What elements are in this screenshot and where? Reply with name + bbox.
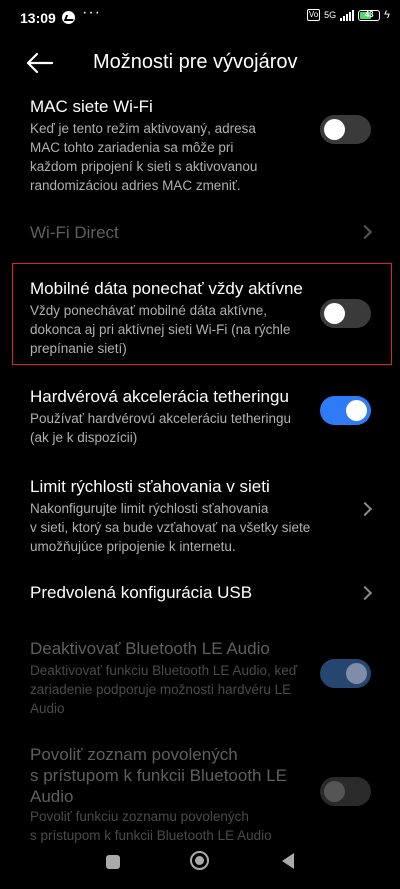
back-arrow-icon[interactable] — [26, 52, 56, 74]
status-icons: Vo 5G 43 ϟ — [306, 9, 390, 21]
tethering-toggle[interactable] — [320, 396, 371, 425]
more-notifications-icon: ··· — [82, 4, 101, 21]
setting-description: Vždy ponechávať mobilné dáta aktívne, do… — [30, 303, 291, 356]
setting-download-limit[interactable]: Limit rýchlosti sťahovania v sieti Nakon… — [0, 472, 400, 554]
navigation-bar — [0, 837, 400, 889]
chevron-right-icon — [357, 585, 373, 601]
setting-title: Wi-Fi Direct — [30, 223, 119, 242]
setting-mac-wifi[interactable]: MAC siete Wi-Fi Keď je tento režim aktiv… — [0, 92, 400, 193]
volte-icon: Vo — [306, 9, 321, 21]
le-audio-toggle[interactable] — [320, 659, 371, 688]
battery-icon: 43 — [358, 9, 381, 21]
setting-title: Povoliť zoznam povolených s prístupom k … — [30, 745, 288, 806]
chevron-right-icon — [357, 224, 373, 240]
setting-description: Keď je tento režim aktivovaný, adresa MA… — [30, 121, 258, 193]
back-triangle-icon[interactable] — [282, 853, 294, 869]
charging-bolt-icon: ϟ — [384, 9, 390, 21]
setting-wifi-direct[interactable]: Wi-Fi Direct — [0, 218, 400, 248]
mac-wifi-toggle[interactable] — [320, 115, 371, 144]
mobile-data-toggle[interactable] — [320, 299, 371, 328]
setting-disable-le-audio[interactable]: Deaktivovať Bluetooth LE Audio Deaktivov… — [0, 634, 400, 716]
setting-title: Mobilné dáta ponechať vždy aktívne — [30, 279, 303, 298]
signal-icon — [340, 9, 355, 21]
setting-le-audio-allowlist[interactable]: Povoliť zoznam povolených s prístupom k … — [0, 740, 400, 843]
home-circle-icon[interactable] — [190, 851, 209, 870]
status-time: 13:09 — [20, 10, 56, 26]
setting-description: Nakonfigurujte limit rýchlosti sťahovani… — [30, 501, 311, 554]
setting-description: Deaktivovať funkciu Bluetooth LE Audio, … — [30, 663, 298, 716]
setting-mobile-data-always-on[interactable]: Mobilné dáta ponechať vždy aktívne Vždy … — [0, 274, 400, 356]
setting-title: MAC siete Wi-Fi — [30, 97, 153, 116]
chevron-right-icon — [357, 501, 373, 517]
setting-title: Limit rýchlosti sťahovania v sieti — [30, 477, 270, 496]
status-bar: 13:09 ··· Vo 5G 43 ϟ — [0, 0, 400, 38]
setting-description: Používať hardvérovú akceleráciu tetherin… — [30, 411, 291, 445]
le-audio-allowlist-toggle[interactable] — [320, 777, 371, 806]
battery-level: 43 — [364, 9, 374, 19]
setting-title: Hardvérová akcelerácia tetheringu — [30, 387, 289, 406]
setting-tethering-acceleration[interactable]: Hardvérová akcelerácia tetheringu Použív… — [0, 382, 400, 445]
network-type: 5G — [324, 10, 337, 20]
setting-default-usb[interactable]: Predvolená konfigurácia USB — [0, 578, 400, 608]
setting-title: Deaktivovať Bluetooth LE Audio — [30, 639, 270, 658]
recents-square-icon[interactable] — [106, 855, 120, 869]
messenger-icon — [62, 11, 75, 24]
page-title: Možnosti pre vývojárov — [93, 51, 298, 73]
setting-title: Predvolená konfigurácia USB — [30, 583, 253, 602]
